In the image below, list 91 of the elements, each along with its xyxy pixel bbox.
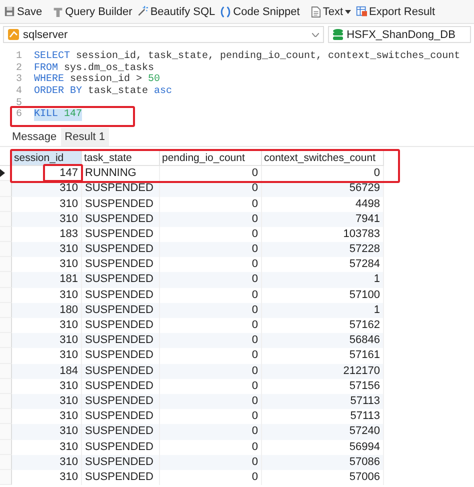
wand-icon <box>137 6 148 17</box>
table-cell: 0 <box>160 302 262 318</box>
table-cell: SUSPENDED <box>82 409 160 424</box>
table-cell: 57100 <box>262 288 384 303</box>
line-number: 2 <box>14 62 23 74</box>
table-cell: 310 <box>12 242 82 258</box>
toolbar-button[interactable]: Code Snippet <box>218 4 302 18</box>
table-cell: SUSPENDED <box>82 257 160 272</box>
table-cell: 310 <box>12 288 82 303</box>
column-header[interactable]: task_state <box>82 151 160 166</box>
table-cell: 0 <box>160 242 262 258</box>
toolbar-button[interactable]: Text <box>308 4 354 18</box>
table-cell: SUSPENDED <box>82 196 160 212</box>
table-cell: 56994 <box>262 440 384 455</box>
table-cell: 57228 <box>262 242 384 258</box>
code-line: WHERE session_id > 50 <box>34 74 160 86</box>
table-cell: 0 <box>160 424 262 440</box>
table-cell: SUSPENDED <box>82 364 160 379</box>
line-number: 6 <box>14 109 23 122</box>
table-cell: 310 <box>12 196 82 212</box>
line-number: 3 <box>14 74 23 86</box>
table-cell: 57284 <box>262 257 384 272</box>
line-number: 4 <box>14 86 23 98</box>
t-shape-icon <box>53 6 64 18</box>
table-cell: 310 <box>12 257 82 272</box>
table-cell: 57086 <box>262 454 384 470</box>
table-cell: 0 <box>160 454 262 470</box>
column-header[interactable]: session_id <box>12 151 82 166</box>
table-cell: 7941 <box>262 212 384 227</box>
table-cell: 56846 <box>262 333 384 348</box>
table-cell: SUSPENDED <box>82 454 160 470</box>
document-icon <box>310 6 321 18</box>
table-cell: SUSPENDED <box>82 272 160 288</box>
line-number: 1 <box>14 51 23 63</box>
table-cell: 0 <box>160 364 262 379</box>
table-cell: 57113 <box>262 409 384 424</box>
chevron-down-icon <box>312 32 319 36</box>
table-cell: 0 <box>160 440 262 455</box>
table-cell: 180 <box>12 302 82 318</box>
code-line: FROM sys.dm_os_tasks <box>34 62 154 74</box>
table-cell: SUSPENDED <box>82 288 160 303</box>
table-export-icon <box>356 6 368 17</box>
column-header[interactable]: context_switches_count <box>262 151 384 166</box>
code-line: SELECT session_id, task_state, pending_io_count, context_switches_count <box>34 51 460 62</box>
table-cell: 0 <box>160 394 262 410</box>
table-cell: 310 <box>12 409 82 424</box>
parentheses-icon <box>220 6 232 18</box>
result-tab[interactable]: Message <box>8 128 61 146</box>
result-tab[interactable]: Result 1 <box>60 128 109 146</box>
line-number: 5 <box>14 98 23 109</box>
database-icon <box>332 28 343 40</box>
connection-icon <box>8 29 19 40</box>
table-cell: 1 <box>262 272 384 288</box>
table-cell: 310 <box>12 212 82 227</box>
connection-dropdown[interactable]: sqlserver <box>3 26 324 43</box>
current-row-icon <box>0 169 5 178</box>
table-cell: SUSPENDED <box>82 242 160 258</box>
table-cell: 212170 <box>262 364 384 379</box>
code-line: ORDER BY task_state asc <box>34 86 172 98</box>
table-cell: 0 <box>160 212 262 227</box>
table-cell: 310 <box>12 394 82 410</box>
toolbar-button[interactable]: Export Result <box>354 4 438 18</box>
table-cell: 0 <box>160 333 262 348</box>
column-header[interactable]: pending_io_count <box>160 151 262 166</box>
table-cell: 0 <box>160 272 262 288</box>
table-cell: 4498 <box>262 196 384 212</box>
table-cell: SUSPENDED <box>82 212 160 227</box>
table-cell: 57113 <box>262 394 384 410</box>
toolbar-button[interactable]: Beautify SQL <box>135 4 218 18</box>
caret-icon <box>345 10 352 14</box>
table-cell: 310 <box>12 454 82 470</box>
table-cell: 310 <box>12 333 82 348</box>
table-cell: SUSPENDED <box>82 424 160 440</box>
table-cell: SUSPENDED <box>82 333 160 348</box>
table-cell: 181 <box>12 272 82 288</box>
table-cell: 1 <box>262 302 384 318</box>
table-cell: 0 <box>160 409 262 424</box>
table-cell: 310 <box>12 440 82 455</box>
table-cell: 0 <box>160 196 262 212</box>
table-cell: 310 <box>12 424 82 440</box>
save-icon <box>4 6 15 17</box>
table-cell: 184 <box>12 364 82 379</box>
table-cell: SUSPENDED <box>82 440 160 455</box>
table-cell: SUSPENDED <box>82 394 160 410</box>
table-cell: 57240 <box>262 424 384 440</box>
database-dropdown[interactable]: HSFX_ShanDong_DB <box>328 26 471 43</box>
table-cell: 0 <box>160 288 262 303</box>
toolbar-button[interactable]: Query Builder <box>51 4 134 18</box>
table-cell: SUSPENDED <box>82 302 160 318</box>
table-cell: 0 <box>160 257 262 272</box>
toolbar-button[interactable]: Save <box>2 4 44 18</box>
